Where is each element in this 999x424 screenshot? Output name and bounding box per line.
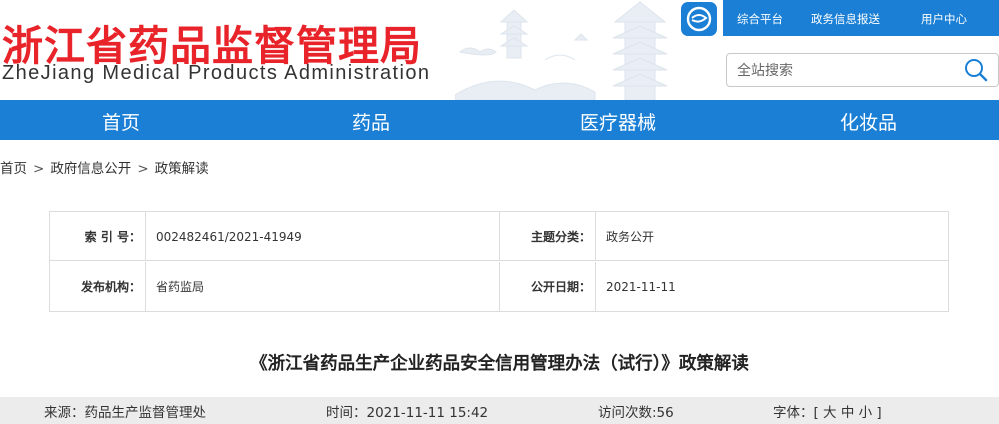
- nav-item-cosmetics[interactable]: 化妆品: [840, 108, 897, 135]
- site-header: 浙江省药品监督管理局 ZheJiang Medical Products Adm…: [0, 0, 999, 100]
- top-link-platform[interactable]: 综合平台: [737, 11, 783, 27]
- site-emblem-icon[interactable]: [681, 2, 717, 36]
- top-link-report[interactable]: 政务信息报送: [811, 11, 880, 27]
- search-icon[interactable]: [963, 57, 989, 83]
- nav-item-medical-devices[interactable]: 医疗器械: [580, 108, 656, 135]
- breadcrumb-separator: >: [33, 161, 45, 177]
- index-label: 索 引 号：: [84, 230, 141, 244]
- article-source: 来源：药品生产监督管理处: [44, 405, 206, 421]
- article-title: 《浙江省药品生产企业药品安全信用管理办法（试行）》政策解读: [250, 354, 749, 374]
- search-input[interactable]: [737, 60, 957, 82]
- topic-label: 主题分类：: [530, 230, 591, 244]
- index-value: 002482461/2021-41949: [156, 229, 302, 244]
- article-meta-bar: 来源：药品生产监督管理处 时间：2021-11-11 15:42 访问次数:56…: [0, 397, 999, 424]
- search-box: [726, 53, 999, 87]
- pagoda-skyline-decoration: [455, 1, 668, 100]
- breadcrumb: 首页 > 政府信息公开 > 政策解读: [0, 157, 209, 177]
- font-size-switcher[interactable]: 字体：[ 大 中 小 ]: [773, 401, 882, 421]
- info-row: 发布机构： 省药监局 公开日期： 2021-11-11: [50, 262, 948, 311]
- breadcrumb-home[interactable]: 首页: [0, 157, 27, 177]
- document-info-table: 索 引 号： 002482461/2021-41949 主题分类： 政务公开 发…: [49, 211, 949, 312]
- breadcrumb-policy[interactable]: 政策解读: [155, 157, 209, 177]
- topic-value: 政务公开: [606, 230, 655, 244]
- main-nav: 首页 药品 医疗器械 化妆品: [0, 100, 999, 140]
- site-title-en: ZheJiang Medical Products Administration: [2, 62, 431, 84]
- nav-item-home[interactable]: 首页: [102, 108, 140, 135]
- nav-item-drugs[interactable]: 药品: [352, 108, 390, 135]
- publisher-value: 省药监局: [156, 280, 205, 294]
- article-visits: 访问次数:56: [598, 405, 674, 421]
- breadcrumb-gov-info[interactable]: 政府信息公开: [50, 157, 131, 177]
- date-label: 公开日期：: [530, 280, 591, 294]
- info-row: 索 引 号： 002482461/2021-41949 主题分类： 政务公开: [50, 212, 948, 261]
- publisher-label: 发布机构：: [80, 280, 141, 294]
- breadcrumb-separator: >: [137, 161, 149, 177]
- top-link-user-center[interactable]: 用户中心: [921, 11, 967, 27]
- article-time: 时间：2021-11-11 15:42: [326, 405, 489, 421]
- top-link-bar: 综合平台 政务信息报送 用户中心: [723, 0, 999, 36]
- date-value: 2021-11-11: [606, 279, 676, 294]
